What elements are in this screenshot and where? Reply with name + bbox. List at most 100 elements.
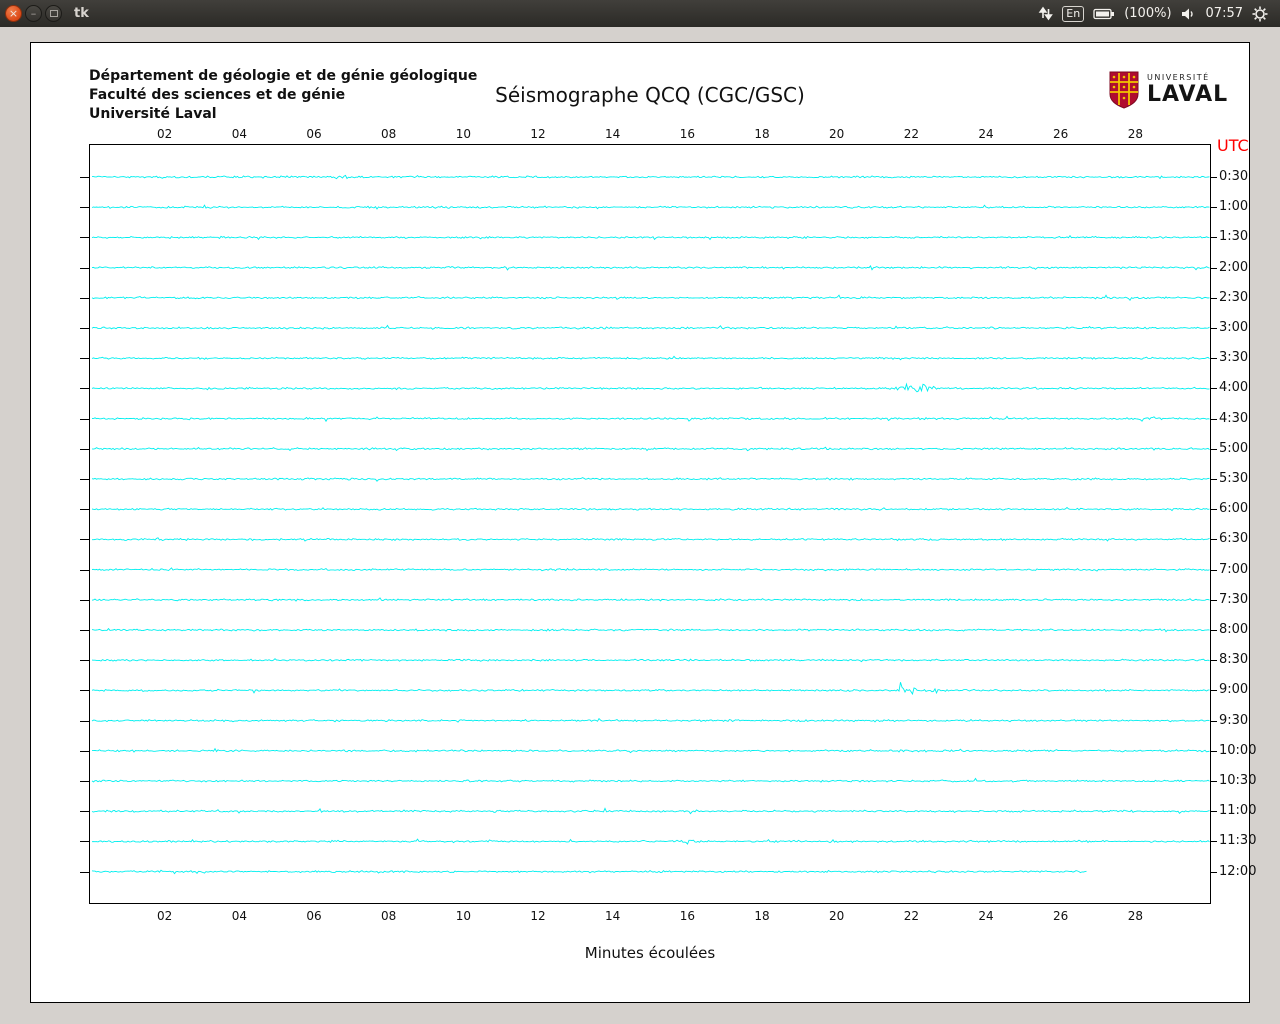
laval-logo: UNIVERSITÉ LAVAL — [1109, 71, 1228, 109]
seismogram-trace-900 — [91, 682, 1210, 696]
right-tick-mark — [1211, 660, 1217, 662]
right-tick-mark — [1211, 177, 1217, 178]
x-tick-label-top: 26 — [1053, 127, 1069, 141]
x-tick-label-bottom: 16 — [679, 909, 695, 923]
left-tick-mark — [80, 660, 89, 662]
left-tick-mark — [80, 781, 89, 782]
right-tick-mark — [1211, 569, 1217, 571]
utc-time-label: 10:30 — [1219, 773, 1257, 788]
seismograph-traces — [91, 174, 1210, 875]
battery-percentage: (100%) — [1124, 6, 1172, 21]
seismogram-trace-1130 — [91, 838, 1210, 845]
right-tick-mark — [1211, 750, 1217, 752]
window-title: tk — [74, 6, 89, 21]
seismogram-trace-200 — [91, 265, 1210, 271]
utc-axis-label: UTC — [1217, 136, 1249, 155]
left-tick-mark — [80, 871, 89, 873]
keyboard-layout-indicator[interactable]: En — [1062, 5, 1085, 22]
volume-icon[interactable] — [1181, 7, 1197, 21]
seismogram-trace-1000 — [92, 747, 1210, 754]
x-tick-label-bottom: 10 — [455, 909, 471, 923]
minimize-button[interactable]: – — [25, 5, 42, 22]
left-tick-mark — [80, 418, 89, 420]
left-tick-mark — [80, 841, 89, 843]
seismogram-trace-430 — [91, 415, 1210, 423]
utc-time-label: 7:30 — [1219, 591, 1249, 607]
utc-time-label: 9:30 — [1219, 712, 1249, 728]
org-line-3: Université Laval — [89, 106, 217, 122]
x-axis-title: Minutes écoulées — [584, 944, 716, 962]
seismogram-trace-030 — [92, 174, 1210, 180]
clock[interactable]: 07:57 — [1206, 6, 1243, 21]
seismogram-trace-330 — [91, 355, 1210, 361]
seismogram-trace-1200 — [91, 869, 1087, 875]
left-tick-mark — [80, 509, 89, 511]
seismogram-trace-630 — [92, 537, 1210, 542]
utc-time-label: 1:00 — [1219, 199, 1249, 215]
seismogram-trace-930 — [91, 717, 1210, 723]
utc-time-label: 1:30 — [1219, 229, 1249, 245]
utc-time-label: 11:00 — [1219, 803, 1257, 819]
x-tick-label-top: 04 — [231, 127, 247, 141]
x-tick-label-bottom: 22 — [903, 909, 919, 923]
left-tick-mark — [80, 690, 89, 692]
right-tick-mark — [1211, 871, 1217, 873]
left-tick-mark — [80, 720, 89, 722]
seismogram-trace-1030 — [91, 777, 1210, 783]
utc-time-label: 3:30 — [1219, 350, 1249, 366]
left-tick-mark — [80, 539, 89, 541]
right-tick-mark — [1211, 267, 1217, 269]
x-tick-label-top: 20 — [829, 127, 845, 141]
updown-arrows-icon[interactable] — [1038, 6, 1054, 21]
seismogram-trace-530 — [91, 477, 1210, 482]
utc-time-label: 5:00 — [1219, 440, 1249, 456]
laval-logo-line2: LAVAL — [1147, 82, 1229, 107]
battery-icon[interactable] — [1093, 8, 1115, 20]
seismogram-trace-500 — [91, 446, 1210, 452]
right-tick-mark — [1211, 539, 1217, 541]
x-tick-label-bottom: 28 — [1127, 909, 1143, 923]
utc-time-label: 11:30 — [1219, 833, 1257, 849]
seismogram-trace-400 — [91, 382, 1210, 393]
x-tick-label-bottom: 18 — [754, 909, 770, 923]
maximize-button[interactable] — [45, 5, 62, 22]
close-button[interactable]: × — [5, 5, 22, 22]
utc-time-label: 7:00 — [1219, 561, 1249, 577]
left-tick-mark — [80, 388, 89, 390]
seismogram-trace-230 — [91, 294, 1210, 301]
left-tick-mark — [80, 569, 89, 571]
seismogram-trace-130 — [91, 234, 1210, 241]
right-tick-mark — [1211, 297, 1217, 299]
x-tick-label-bottom: 26 — [1053, 909, 1069, 923]
left-tick-mark — [80, 750, 89, 752]
left-tick-mark — [80, 448, 89, 450]
x-tick-label-top: 22 — [903, 127, 919, 141]
left-tick-mark — [80, 297, 89, 299]
x-tick-label-bottom: 08 — [381, 909, 397, 923]
right-tick-mark — [1211, 479, 1217, 480]
x-tick-label-top: 12 — [530, 127, 546, 141]
utc-time-label: 4:00 — [1219, 380, 1249, 396]
x-tick-label-bottom: 14 — [605, 909, 621, 923]
x-tick-label-top: 28 — [1127, 127, 1143, 141]
utc-time-label: 2:30 — [1219, 289, 1249, 305]
top-panel: × – tk En (100%) 07:57 — [0, 0, 1280, 27]
laval-logo-line1: UNIVERSITÉ — [1147, 73, 1210, 82]
right-tick-mark — [1211, 328, 1217, 329]
x-tick-label-bottom: 06 — [306, 909, 322, 923]
maximize-icon — [49, 10, 58, 17]
system-tray: En (100%) 07:57 — [1038, 5, 1280, 22]
right-tick-mark — [1211, 448, 1217, 450]
settings-gear-icon[interactable] — [1252, 6, 1268, 22]
x-tick-label-top: 06 — [306, 127, 322, 141]
window-controls: × – — [5, 5, 62, 22]
page-title: Séismographe QCQ (CGC/GSC) — [495, 83, 805, 107]
seismogram-trace-300 — [91, 324, 1210, 330]
x-tick-label-bottom: 20 — [829, 909, 845, 923]
left-tick-mark — [80, 811, 89, 813]
utc-time-label: 2:00 — [1219, 259, 1249, 275]
seismograph-window: Département de géologie et de génie géol… — [30, 42, 1256, 1003]
x-tick-label-top: 16 — [679, 127, 695, 141]
right-tick-mark — [1211, 358, 1217, 360]
seismogram-trace-700 — [91, 567, 1210, 572]
